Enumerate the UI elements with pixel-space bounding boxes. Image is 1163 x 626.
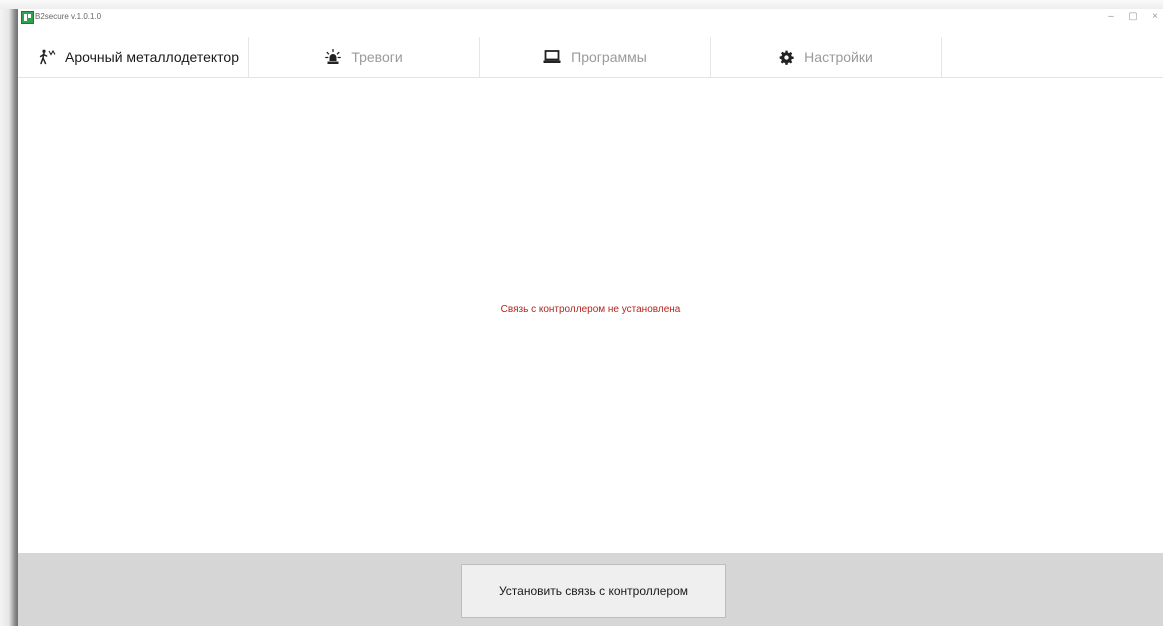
app-logo-icon bbox=[21, 11, 34, 24]
title-bar: B2secure v.1.0.1.0 – ▢ × bbox=[18, 9, 1163, 37]
tab-programs[interactable]: Программы bbox=[480, 37, 711, 77]
gear-icon bbox=[779, 50, 794, 65]
footer-bar: Установить связь с контроллером bbox=[18, 553, 1163, 626]
laptop-icon bbox=[543, 50, 561, 64]
window-title: B2secure v.1.0.1.0 bbox=[35, 12, 102, 21]
restore-button[interactable]: ▢ bbox=[1122, 9, 1144, 25]
tab-alarms[interactable]: Тревоги bbox=[249, 37, 480, 77]
connection-status-message: Связь с контроллером не установлена bbox=[500, 304, 681, 315]
minimize-button[interactable]: – bbox=[1100, 9, 1122, 25]
tab-label: Арочный металлодетектор bbox=[65, 49, 240, 65]
alarm-beacon-icon bbox=[325, 49, 342, 65]
connect-controller-button[interactable]: Установить связь с контроллером bbox=[461, 564, 726, 618]
tab-settings[interactable]: Настройки bbox=[711, 37, 942, 77]
app-window: B2secure v.1.0.1.0 – ▢ × Арочный металло… bbox=[18, 9, 1163, 626]
walkthrough-detector-icon bbox=[39, 49, 57, 65]
window-shadow-top bbox=[0, 0, 1163, 9]
tab-arch-metal-detector[interactable]: Арочный металлодетектор bbox=[18, 37, 249, 77]
tab-label: Программы bbox=[571, 49, 647, 65]
window-shadow-left bbox=[0, 0, 18, 626]
tab-bar: Арочный металлодетектор Тревоги Программ… bbox=[18, 37, 1163, 78]
tab-label: Настройки bbox=[804, 49, 873, 65]
main-content: Связь с контроллером не установлена bbox=[18, 78, 1163, 553]
tab-label: Тревоги bbox=[351, 49, 403, 65]
close-button[interactable]: × bbox=[1144, 9, 1163, 25]
